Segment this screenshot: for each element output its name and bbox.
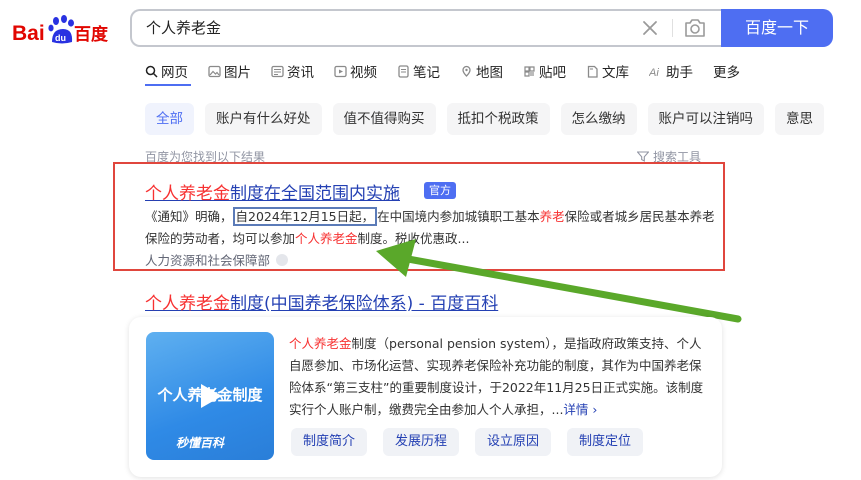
tab-label: 图片 [224,65,251,81]
tab-label: 文库 [602,65,629,81]
result-description: 个人养老金制度（personal pension system），是指政府政策支… [289,333,709,421]
section-link[interactable]: 制度定位 [567,428,644,456]
chip-all[interactable]: 全部 [145,103,194,135]
camera-icon[interactable] [683,17,707,39]
video-thumbnail[interactable]: 个人养老金制度 秒懂百科 [146,332,274,460]
chip-suggestion[interactable]: 抵扣个税政策 [446,103,550,135]
image-icon [208,65,221,77]
tab-more[interactable]: 更多 [713,61,740,81]
svg-text:百度: 百度 [74,24,109,45]
source-menu-icon[interactable] [276,253,289,266]
tab-video[interactable]: 视频 [334,61,377,81]
title-text: 制度在全国范围内实施 [230,184,400,204]
search-box[interactable]: 个人养老金 [130,9,722,47]
search-tabs: 网页 图片 资讯 视频 笔记 地图 贴吧 文库 Ai 助手 更多 [145,61,760,83]
desc-keyword: 个人养老金 [289,336,352,351]
search-button[interactable]: 百度一下 [721,9,833,47]
tab-label: 贴吧 [539,65,566,81]
more-label: 详情 [563,402,589,417]
tab-map[interactable]: 地图 [460,61,503,81]
tab-label: 笔记 [413,65,440,81]
ai-icon: Ai [649,67,659,78]
snippet-keyword: 养老 [539,209,565,224]
svg-text:du: du [55,33,66,43]
official-badge: 官方 [424,182,456,199]
chip-suggestion[interactable]: 账户有什么好处 [205,103,322,135]
section-link[interactable]: 设立原因 [475,428,552,456]
tieba-icon [524,65,535,77]
tab-label: 助手 [666,65,693,81]
result-title[interactable]: 个人养老金制度(中国养老保险体系) - 百度百科 [145,289,498,314]
chip-suggestion[interactable]: 意思 [775,103,824,135]
section-link[interactable]: 发展历程 [383,428,460,456]
tab-news[interactable]: 资讯 [271,61,314,81]
video-icon [334,65,347,77]
tab-label: 更多 [713,65,740,81]
search-icon [145,65,158,78]
wenku-icon [587,65,598,78]
snippet-keyword: 个人养老金 [295,231,358,246]
related-chips: 全部 账户有什么好处 值不值得购买 抵扣个税政策 怎么缴纳 账户可以注销吗 意思 [145,103,835,135]
date-highlight: 自2024年12月15日起， [232,207,378,226]
chip-suggestion[interactable]: 怎么缴纳 [560,103,637,135]
baike-sections: 制度简介 发展历程 设立原因 制度定位 [291,428,659,456]
chip-suggestion[interactable]: 值不值得购买 [332,103,436,135]
tab-tieba[interactable]: 贴吧 [523,61,566,81]
desc-text: 制度（personal pension system），是指政府政策支持、个人自… [289,336,704,417]
chevron-right-icon: › [592,402,598,417]
note-icon [398,64,409,78]
result-source[interactable]: 人力资源和社会保障部 [145,250,289,269]
chip-suggestion[interactable]: 账户可以注销吗 [647,103,764,135]
divider [672,19,673,37]
baidu-logo[interactable]: Bai du 百度 [12,12,116,48]
title-keyword: 个人养老金 [145,184,230,204]
tab-label: 视频 [350,65,377,81]
tab-images[interactable]: 图片 [208,61,251,81]
play-icon [201,384,222,408]
title-keyword: 个人养老金 [145,294,230,314]
news-icon [271,65,284,77]
tab-label: 资讯 [287,65,314,81]
more-link[interactable]: 详情 › [563,402,597,417]
tab-notes[interactable]: 笔记 [397,61,440,81]
snippet-text: 在中国境内参加城镇职工基本 [377,209,540,224]
search-input[interactable]: 个人养老金 [146,11,221,45]
tab-label: 地图 [476,65,503,81]
snippet-text: 制度。税收优惠政... [357,231,470,246]
section-link[interactable]: 制度简介 [291,428,368,456]
result-title[interactable]: 个人养老金制度在全国范围内实施 [145,179,400,204]
snippet-text: 《通知》明确， [145,209,233,224]
filter-icon [637,151,649,162]
svg-text:Bai: Bai [12,22,45,45]
active-tab-indicator [145,84,191,86]
tab-label: 网页 [161,65,188,81]
thumbnail-brand: 秒懂百科 [176,436,225,450]
tab-wenku[interactable]: 文库 [586,61,629,81]
source-label: 人力资源和社会保障部 [145,253,271,268]
map-icon [462,65,471,77]
title-text: 制度(中国养老保险体系) - 百度百科 [230,294,499,314]
clear-icon[interactable] [640,18,660,38]
svg-text:Ai: Ai [649,67,659,78]
tab-web[interactable]: 网页 [145,61,188,81]
result-snippet: 《通知》明确， 自2024年12月15日起， 在中国境内参加城镇职工基本养老保险或者… [145,206,715,250]
tab-assistant[interactable]: Ai 助手 [649,61,693,81]
